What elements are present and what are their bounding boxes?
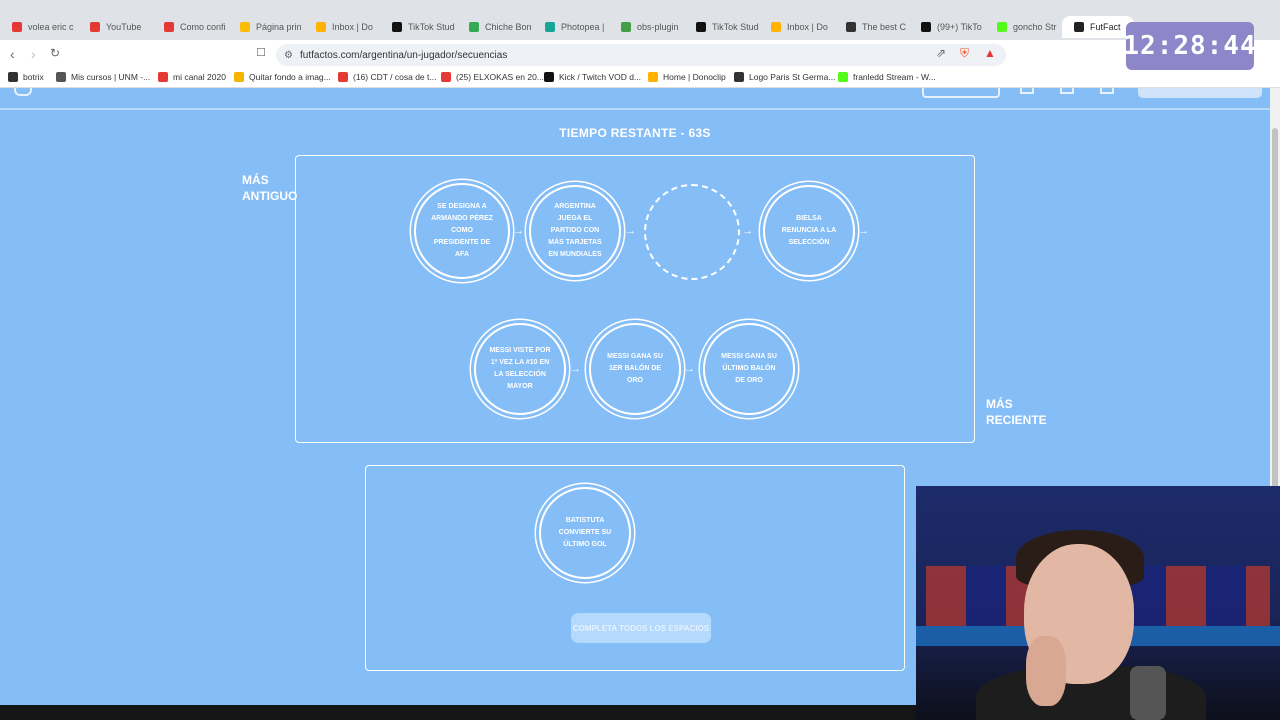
youtube-icon (90, 22, 100, 32)
bookmark-item[interactable]: (25) ELXOKAS en 20... (441, 72, 544, 82)
donoclip-icon (648, 72, 658, 82)
github-icon (846, 22, 856, 32)
bookmark-icon (8, 72, 18, 82)
complete-button[interactable]: COMPLETA TODOS LOS ESPACIOS (571, 613, 711, 643)
drive-icon (240, 22, 250, 32)
arrow-right-icon: → (742, 225, 753, 237)
newest-label: MÁS RECIENTE (986, 397, 1047, 427)
bookmark-item[interactable]: botrix (8, 72, 44, 82)
youtube-icon (338, 72, 348, 82)
arrow-right-icon: → (570, 363, 581, 375)
arrow-right-icon: → (858, 225, 869, 237)
bookmark-item[interactable]: Kick / Twitch VOD d... (544, 72, 641, 82)
sequence-card[interactable]: BIELSA RENUNCIA A LA SELECCIÓN (763, 185, 855, 277)
youtube-icon (12, 22, 22, 32)
oldest-label: MÁS ANTIGUO (242, 173, 298, 203)
header-search[interactable] (1138, 88, 1262, 98)
bookmark-icon (56, 72, 66, 82)
browser-tab[interactable]: Inbox | Do (304, 16, 384, 38)
tiktok-icon (696, 22, 706, 32)
arrow-right-icon: → (684, 363, 695, 375)
browser-tab[interactable]: Photopea | (533, 16, 613, 38)
webcam-overlay (916, 486, 1280, 720)
browser-tab[interactable]: The best C (834, 16, 914, 38)
browser-tab[interactable]: TikTok Stud (380, 16, 460, 38)
site-info-icon[interactable]: ⚙ (284, 50, 293, 61)
microphone-image (1130, 666, 1166, 720)
pending-card[interactable]: BATISTUTA CONVIERTE SU ÚLTIMO GOL (539, 487, 631, 579)
bookmark-item[interactable]: Logo Paris St Germa... (734, 72, 835, 82)
empty-slot[interactable] (644, 184, 740, 280)
header-icon[interactable] (1060, 88, 1074, 94)
bookmark-icon (234, 72, 244, 82)
address-bar[interactable]: ⚙ futfactos.com/argentina/un-jugador/sec… (276, 44, 1006, 66)
browser-tab[interactable]: goncho Str (985, 16, 1065, 38)
rewards-icon[interactable]: ▲ (984, 46, 996, 60)
kick-icon (544, 72, 554, 82)
kick-icon (838, 72, 848, 82)
reload-icon[interactable]: ↻ (50, 46, 60, 60)
sequence-card[interactable]: SE DESIGNA A ARMANDO PÉREZ COMO PRESIDEN… (414, 183, 510, 279)
sequence-card[interactable]: ARGENTINA JUEGA EL PARTIDO CON MÁS TARJE… (529, 185, 621, 277)
bookmark-item[interactable]: Home | Donoclip (648, 72, 726, 82)
browser-tab[interactable]: TikTok Stud (684, 16, 764, 38)
header-icon[interactable] (1100, 88, 1114, 94)
url-text: futfactos.com/argentina/un-jugador/secue… (300, 49, 508, 61)
clock-overlay: 12:28:44 (1123, 22, 1256, 70)
browser-tab[interactable]: YouTube (78, 16, 158, 38)
share-icon[interactable]: ⇗ (936, 46, 946, 60)
bookmarks-bar: botrix Mis cursos | UNM -... mi canal 20… (0, 68, 1280, 88)
tiktok-icon (392, 22, 402, 32)
sequence-card[interactable]: MESSI VISTE POR 1ª VEZ LA #10 EN LA SELE… (474, 323, 566, 415)
site-logo[interactable] (14, 88, 32, 96)
mail-icon (771, 22, 781, 32)
bookmark-icon[interactable]: ☐ (256, 46, 266, 59)
site-header (0, 88, 1270, 110)
bookmark-item[interactable]: Quitar fondo a imag... (234, 72, 331, 82)
header-icon[interactable] (1020, 88, 1034, 94)
maps-icon (469, 22, 479, 32)
back-icon[interactable]: ‹ (10, 46, 15, 62)
futfactos-icon (1074, 22, 1084, 32)
header-button[interactable] (922, 88, 1000, 98)
youtube-icon (158, 72, 168, 82)
browser-tab[interactable]: Como confi (152, 16, 232, 38)
browser-tab[interactable]: obs-plugin (609, 16, 689, 38)
scrollbar-thumb[interactable] (1272, 128, 1278, 488)
forward-icon[interactable]: › (31, 46, 36, 62)
bookmark-item[interactable]: (16) CDT / cosa de t... (338, 72, 436, 82)
bookmark-item[interactable]: mi canal 2020 (158, 72, 226, 82)
time-remaining: TIEMPO RESTANTE - 63S (559, 126, 711, 140)
browser-tab[interactable]: Inbox | Do (759, 16, 839, 38)
arrow-right-icon: → (625, 225, 636, 237)
arrow-right-icon: → (513, 225, 524, 237)
kick-icon (997, 22, 1007, 32)
browser-tab[interactable]: volea eric c (0, 16, 82, 38)
bookmark-item[interactable]: Mis cursos | UNM -... (56, 72, 150, 82)
browser-tab[interactable]: Página prin (228, 16, 308, 38)
youtube-icon (441, 72, 451, 82)
photopea-icon (545, 22, 555, 32)
browser-tab-strip: volea eric c YouTube Como confi Página p… (0, 0, 1280, 40)
youtube-icon (164, 22, 174, 32)
bookmark-icon (734, 72, 744, 82)
browser-tab[interactable]: (99+) TikTo (909, 16, 989, 38)
bookmark-item[interactable]: franledd Stream - W... (838, 72, 936, 82)
sequence-card[interactable]: MESSI GANA SU ÚLTIMO BALÓN DE ORO (703, 323, 795, 415)
tiktok-icon (921, 22, 931, 32)
brave-shield-icon[interactable]: ⛨ (960, 46, 969, 61)
browser-tab[interactable]: Chiche Bon (457, 16, 537, 38)
sequence-card[interactable]: MESSI GANA SU 1ER BALÓN DE ORO (589, 323, 681, 415)
mail-icon (316, 22, 326, 32)
obs-icon (621, 22, 631, 32)
streamer-hand-image (1026, 636, 1066, 706)
navigation-bar: ‹ › ↻ ☐ ⚙ futfactos.com/argentina/un-jug… (0, 40, 1280, 68)
